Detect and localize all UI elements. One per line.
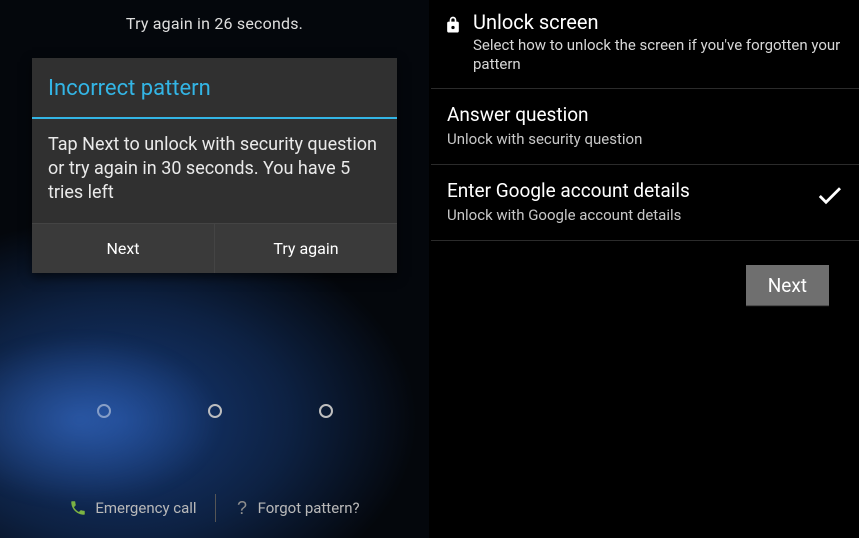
unlock-options-panel: Unlock screen Select how to unlock the s… (429, 0, 859, 538)
checkmark-icon (817, 185, 843, 209)
phone-icon (69, 499, 87, 517)
question-icon: ? (234, 498, 250, 518)
incorrect-pattern-dialog: Incorrect pattern Tap Next to unlock wit… (32, 58, 397, 273)
pattern-dots-row (0, 404, 429, 418)
emergency-call-label: Emergency call (95, 499, 196, 517)
try-again-button[interactable]: Try again (214, 224, 397, 273)
option-answer-question[interactable]: Answer question Unlock with security que… (431, 88, 859, 164)
unlock-subtitle: Select how to unlock the screen if you'v… (473, 36, 847, 74)
svg-text:?: ? (237, 498, 247, 518)
option-google-account[interactable]: Enter Google account details Unlock with… (431, 164, 859, 240)
lock-icon (443, 14, 463, 40)
dialog-body: Tap Next to unlock with security questio… (32, 119, 397, 223)
retry-countdown: Try again in 26 seconds. (0, 0, 429, 33)
option-subtitle: Unlock with security question (447, 130, 843, 148)
lockscreen-bottom-bar: Emergency call ? Forgot pattern? (0, 492, 429, 524)
next-button[interactable]: Next (746, 265, 829, 306)
unlock-title: Unlock screen (473, 10, 847, 34)
dialog-title: Incorrect pattern (32, 58, 397, 117)
option-title: Enter Google account details (447, 179, 843, 202)
forgot-pattern-button[interactable]: ? Forgot pattern? (216, 492, 378, 524)
dialog-button-row: Next Try again (32, 223, 397, 273)
unlock-header: Unlock screen Select how to unlock the s… (431, 0, 859, 88)
pattern-dot (208, 404, 222, 418)
option-subtitle: Unlock with Google account details (447, 206, 843, 224)
next-button[interactable]: Next (32, 224, 214, 273)
pattern-dot (97, 404, 111, 418)
option-title: Answer question (447, 103, 843, 126)
pattern-dot (319, 404, 333, 418)
emergency-call-button[interactable]: Emergency call (51, 493, 214, 523)
lockscreen-panel: Try again in 26 seconds. Incorrect patte… (0, 0, 429, 538)
forgot-pattern-label: Forgot pattern? (258, 499, 360, 517)
